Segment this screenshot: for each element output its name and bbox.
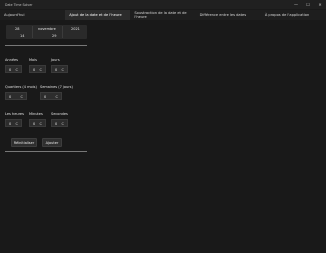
hours-input[interactable]: 0 C	[5, 119, 22, 127]
hours-value: 0	[9, 121, 12, 126]
main-content: 28 novembre 2021 14 29 Années 0 C Mois 0…	[0, 20, 326, 253]
years-value: 0	[9, 67, 12, 72]
weeks-clear-button[interactable]: C	[56, 95, 58, 99]
quarters-clear-button[interactable]: C	[21, 95, 23, 99]
hour-value[interactable]: 14	[20, 34, 24, 38]
tab-about[interactable]: À propos de l'application	[261, 10, 326, 20]
title-bar: Date Time Solver — ☐ ✕	[0, 0, 326, 9]
months-clear-button[interactable]: C	[40, 68, 42, 72]
quarters-label: Quartiers (4 mois)	[5, 85, 37, 89]
weeks-label: Semaines (7 jours)	[40, 85, 73, 89]
weeks-input[interactable]: 0 C	[40, 92, 62, 100]
date-time-picker[interactable]: 28 novembre 2021 14 29	[6, 25, 87, 39]
months-label: Mois	[29, 58, 37, 62]
divider	[5, 151, 87, 152]
years-input[interactable]: 0 C	[5, 65, 22, 73]
hours-label: Les heures	[5, 112, 24, 116]
time-row: 14 29	[6, 32, 87, 39]
months-value: 0	[33, 67, 36, 72]
tab-date-difference[interactable]: Différence entre les dates	[196, 10, 261, 20]
add-button[interactable]: Ajouter	[42, 138, 62, 147]
year-value[interactable]: 2021	[71, 27, 80, 31]
seconds-label: Secondes	[51, 112, 68, 116]
days-value: 0	[55, 67, 58, 72]
day-value[interactable]: 28	[15, 27, 19, 31]
years-label: Années	[5, 58, 18, 62]
app-title: Date Time Solver	[5, 2, 33, 7]
hours-clear-button[interactable]: C	[16, 122, 18, 126]
quarters-value: 0	[9, 94, 12, 99]
seconds-value: 0	[55, 121, 58, 126]
weeks-value: 0	[44, 94, 47, 99]
minutes-label: Minutes	[29, 112, 43, 116]
close-icon[interactable]: ✕	[314, 0, 326, 9]
divider	[5, 45, 87, 46]
window-controls: — ☐ ✕	[290, 0, 326, 9]
minutes-value: 0	[33, 121, 36, 126]
quarters-input[interactable]: 0 C	[5, 92, 27, 100]
minute-value[interactable]: 29	[52, 34, 56, 38]
date-row: 28 novembre 2021	[6, 25, 87, 32]
days-input[interactable]: 0 C	[51, 65, 68, 73]
minutes-input[interactable]: 0 C	[29, 119, 46, 127]
years-clear-button[interactable]: C	[16, 68, 18, 72]
minutes-clear-button[interactable]: C	[40, 122, 42, 126]
days-label: Jours	[51, 58, 60, 62]
tab-today[interactable]: Aujourd'hui	[0, 10, 65, 20]
minimize-icon[interactable]: —	[290, 0, 302, 9]
tab-bar: Aujourd'hui Ajout de la date et de l'heu…	[0, 10, 326, 20]
seconds-clear-button[interactable]: C	[62, 122, 64, 126]
days-clear-button[interactable]: C	[62, 68, 64, 72]
tab-subtract-date-time[interactable]: Soustraction de la date et de l'heure	[130, 10, 195, 20]
maximize-icon[interactable]: ☐	[302, 0, 314, 9]
months-input[interactable]: 0 C	[29, 65, 46, 73]
seconds-input[interactable]: 0 C	[51, 119, 68, 127]
tab-add-date-time[interactable]: Ajout de la date et de l'heure	[65, 10, 131, 20]
month-value[interactable]: novembre	[38, 27, 56, 31]
reset-button[interactable]: Réinitialiser	[11, 138, 37, 147]
